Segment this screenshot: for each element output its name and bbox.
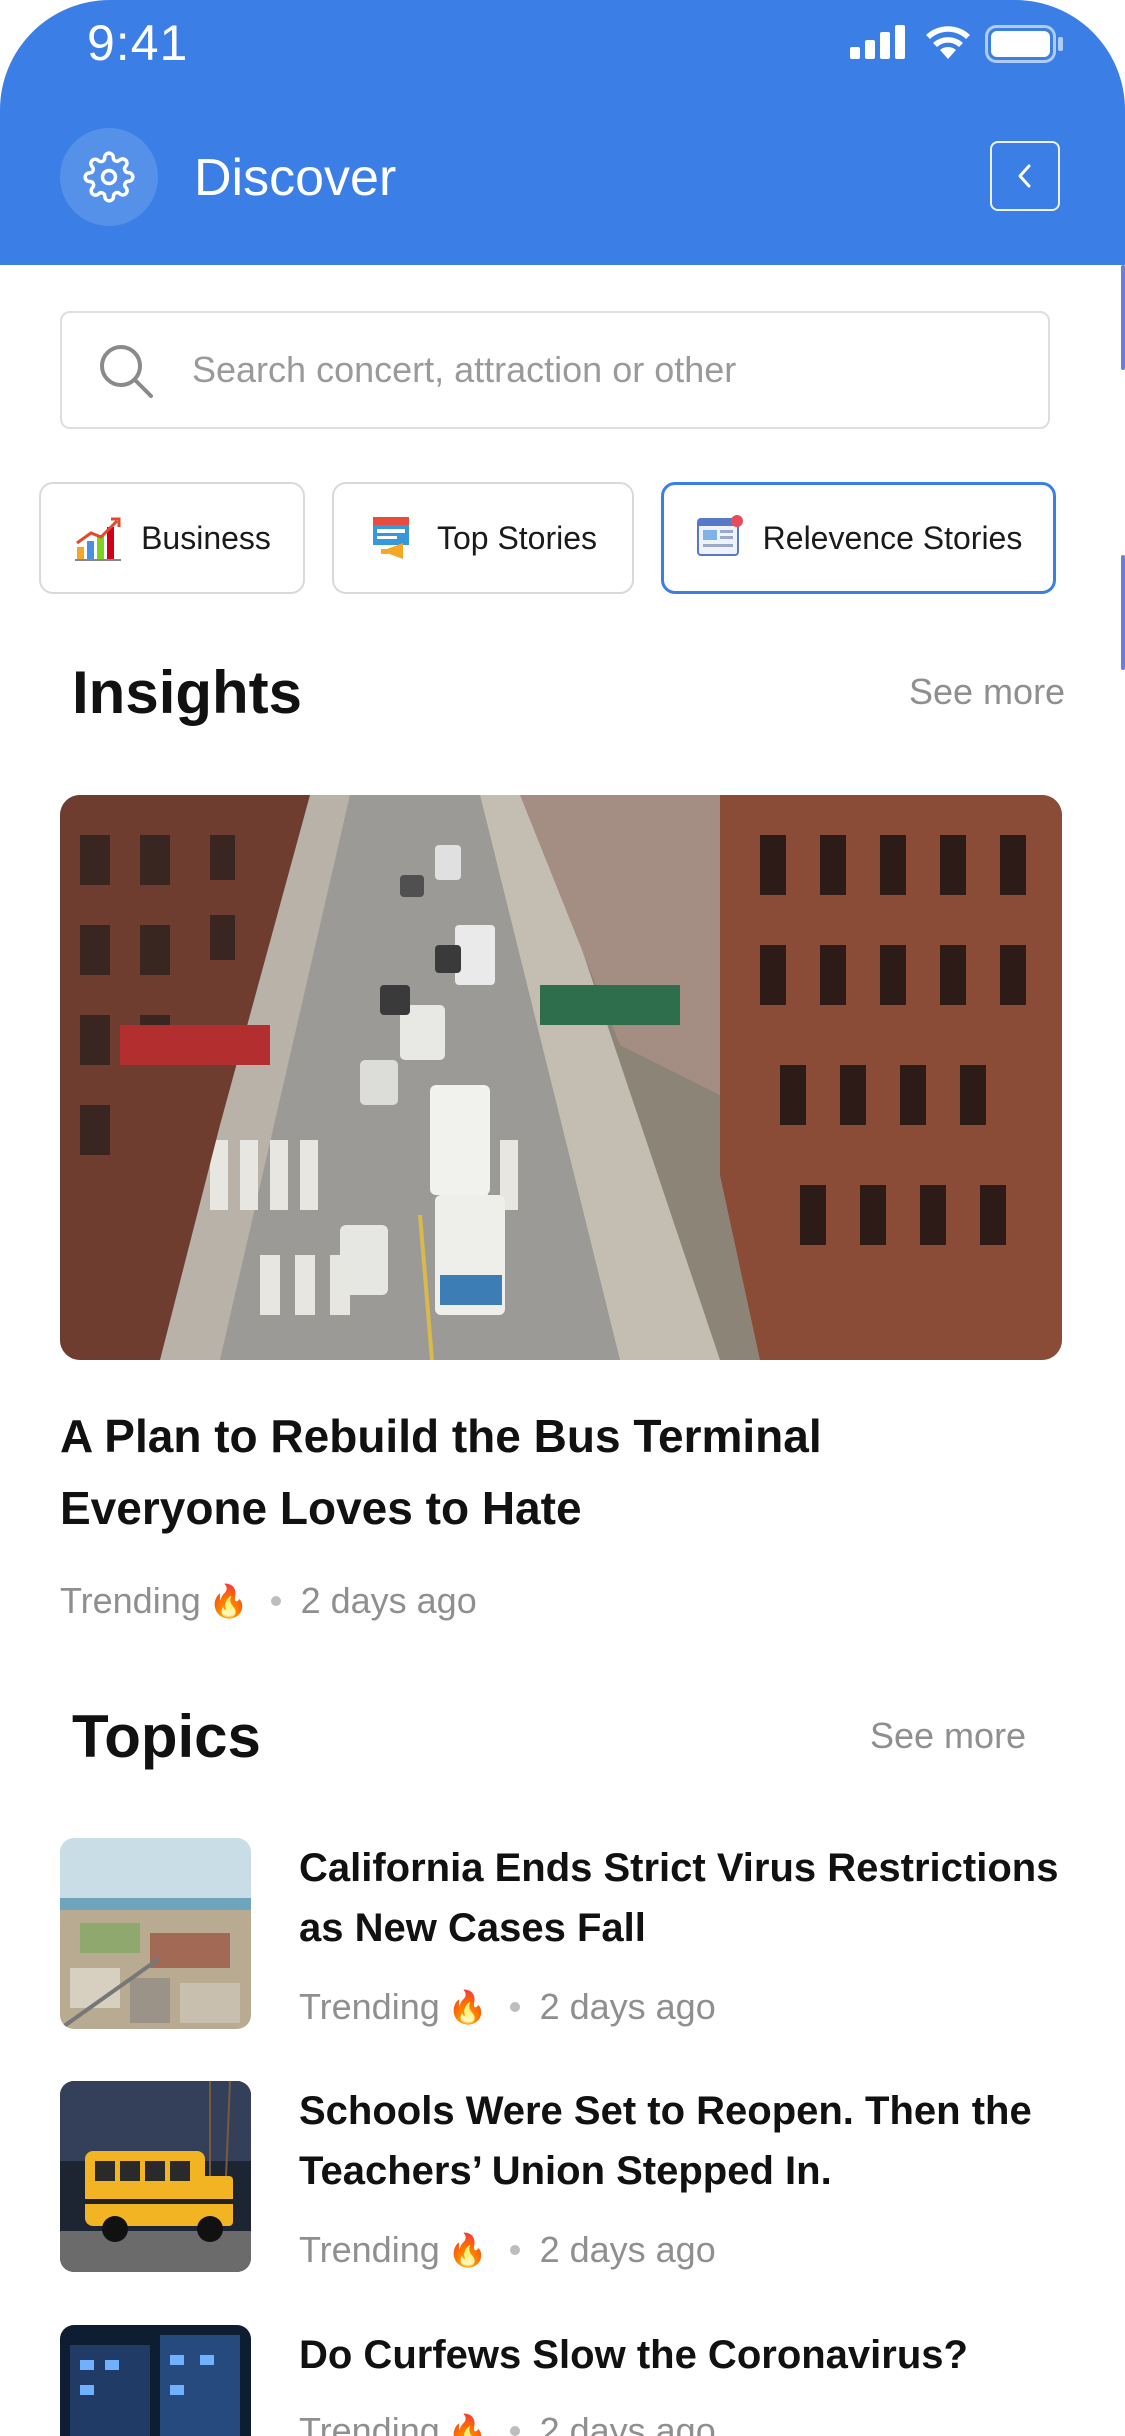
fire-icon: 🔥 — [447, 1989, 488, 2025]
news-megaphone-icon — [372, 517, 409, 559]
trending-label: Trending — [299, 1986, 440, 2027]
category-chip-top-stories[interactable]: Top Stories — [332, 482, 634, 594]
city-street-photo — [60, 795, 1062, 1360]
topic-meta: Trending 🔥 2 days ago — [299, 2229, 716, 2271]
web-news-icon — [696, 515, 743, 556]
topic-title[interactable]: California Ends Strict Virus Restriction… — [299, 1838, 1059, 1958]
fire-icon: 🔥 — [208, 1583, 249, 1619]
back-button[interactable] — [990, 141, 1060, 211]
topic-meta: Trending 🔥 2 days ago — [299, 2410, 716, 2436]
trending-label: Trending — [299, 2410, 440, 2436]
search-icon — [100, 345, 153, 398]
settings-button[interactable] — [60, 128, 158, 226]
separator-dot — [509, 2002, 520, 2012]
chip-label: Top Stories — [436, 519, 598, 556]
page-title: Discover — [194, 149, 397, 207]
separator-dot — [509, 2426, 520, 2436]
trending-label: Trending — [60, 1580, 201, 1621]
phone-screen: 9:41 Discover Search concert, attraction… — [0, 0, 1125, 2436]
topic-meta: Trending 🔥 2 days ago — [299, 1986, 716, 2028]
topic-title[interactable]: Do Curfews Slow the Coronavirus? — [299, 2325, 1059, 2385]
separator-dot — [270, 1596, 281, 1606]
search-input[interactable] — [192, 313, 1012, 427]
topics-heading: Topics — [72, 1703, 261, 1770]
insights-heading: Insights — [72, 659, 303, 726]
article-time: 2 days ago — [300, 1580, 477, 1621]
topic-thumbnail[interactable] — [60, 1838, 251, 2029]
chevron-left-icon — [1018, 164, 1031, 188]
fire-icon: 🔥 — [447, 2232, 488, 2268]
featured-article-image[interactable] — [60, 795, 1062, 1360]
topic-thumbnail[interactable] — [60, 2081, 251, 2272]
night-city-photo — [60, 2325, 251, 2436]
insights-see-more-link[interactable]: See more — [909, 670, 1065, 714]
chip-label: Business — [141, 519, 271, 556]
category-chip-relevence-stories[interactable]: Relevence Stories — [661, 482, 1056, 594]
article-time: 2 days ago — [539, 2229, 716, 2270]
gear-icon — [83, 151, 135, 203]
cellular-signal-icon — [850, 25, 905, 59]
separator-dot — [509, 2245, 520, 2255]
article-time: 2 days ago — [539, 1986, 716, 2027]
chip-label: Relevence Stories — [762, 519, 1023, 556]
fire-icon: 🔥 — [447, 2413, 488, 2436]
category-chip-business[interactable]: Business — [39, 482, 305, 594]
bar-chart-icon — [75, 517, 122, 561]
school-bus-photo — [60, 2081, 251, 2272]
battery-icon — [985, 25, 1063, 63]
scroll-indicator — [1121, 555, 1125, 670]
wifi-icon — [926, 26, 970, 59]
topic-title[interactable]: Schools Were Set to Reopen. Then the Tea… — [299, 2081, 1059, 2201]
topic-thumbnail[interactable] — [60, 2325, 251, 2436]
app-header: 9:41 Discover — [0, 0, 1125, 265]
trending-label: Trending — [299, 2229, 440, 2270]
featured-article-meta: Trending 🔥 2 days ago — [60, 1580, 477, 1622]
article-time: 2 days ago — [539, 2410, 716, 2436]
search-bar[interactable] — [60, 311, 1050, 429]
featured-article-title[interactable]: A Plan to Rebuild the Bus Terminal Every… — [60, 1400, 960, 1544]
topics-see-more-link[interactable]: See more — [870, 1714, 1026, 1758]
scroll-indicator — [1121, 265, 1125, 370]
coastal-city-photo — [60, 1838, 251, 2029]
status-time: 9:41 — [87, 15, 189, 71]
